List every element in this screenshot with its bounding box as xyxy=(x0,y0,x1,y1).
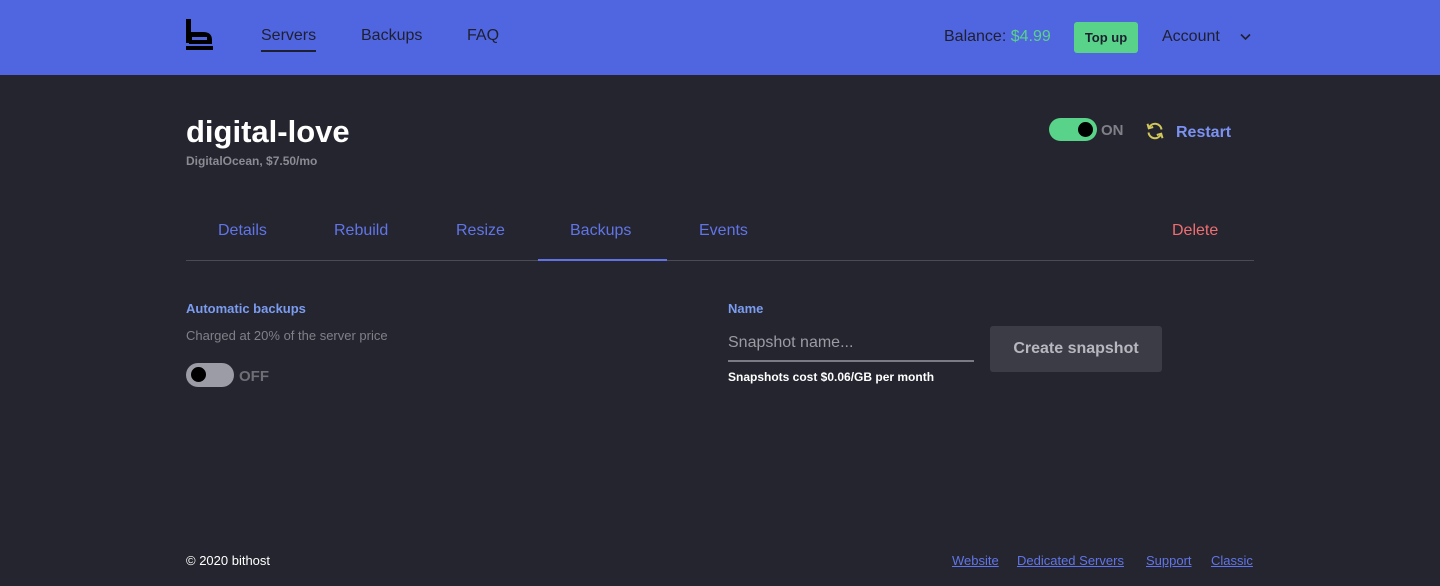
active-tab-indicator xyxy=(538,259,667,261)
tab-rebuild[interactable]: Rebuild xyxy=(334,222,388,240)
tab-backups[interactable]: Backups xyxy=(570,222,631,240)
snapshot-name-input[interactable] xyxy=(728,326,974,362)
power-state-label: ON xyxy=(1101,122,1124,139)
account-menu[interactable]: Account xyxy=(1162,28,1220,46)
nav-servers[interactable]: Servers xyxy=(261,27,317,52)
copyright: © 2020 bithost xyxy=(186,553,271,568)
balance-value: $4.99 xyxy=(1010,28,1051,45)
chevron-down-icon[interactable] xyxy=(1240,33,1251,41)
automatic-backups-state: OFF xyxy=(239,368,269,385)
tabs-divider xyxy=(186,260,1254,261)
automatic-backups-title: Automatic backups xyxy=(186,301,306,316)
tab-resize[interactable]: Resize xyxy=(456,222,505,240)
snapshot-name-label: Name xyxy=(728,301,764,316)
footer-link-classic[interactable]: Classic xyxy=(1211,553,1253,568)
snapshot-cost-note: Snapshots cost $0.06/GB per month xyxy=(728,370,935,384)
tab-details[interactable]: Details xyxy=(218,222,267,240)
nav-backups[interactable]: Backups xyxy=(361,27,422,45)
automatic-backups-description: Charged at 20% of the server price xyxy=(186,328,388,343)
create-snapshot-button[interactable]: Create snapshot xyxy=(990,326,1162,372)
bithost-logo-icon[interactable] xyxy=(186,19,213,50)
power-toggle[interactable] xyxy=(1049,118,1097,141)
refresh-icon[interactable] xyxy=(1145,121,1165,141)
toggle-knob xyxy=(1078,122,1093,137)
tab-delete[interactable]: Delete xyxy=(1172,222,1218,240)
restart-button[interactable]: Restart xyxy=(1176,124,1231,142)
server-name: digital-love xyxy=(186,114,350,149)
footer-link-dedicated-servers[interactable]: Dedicated Servers xyxy=(1017,553,1124,568)
top-navbar: Servers Backups FAQ Balance: $4.99 Top u… xyxy=(0,0,1440,75)
footer-link-support[interactable]: Support xyxy=(1146,553,1192,568)
tab-events[interactable]: Events xyxy=(699,222,748,240)
automatic-backups-toggle[interactable] xyxy=(186,363,234,387)
server-provider-price: DigitalOcean, $7.50/mo xyxy=(186,154,318,168)
toggle-knob xyxy=(191,367,206,382)
nav-faq[interactable]: FAQ xyxy=(467,27,499,45)
balance-label: Balance: xyxy=(944,28,1007,45)
balance-display: Balance: $4.99 xyxy=(944,28,1051,46)
top-up-button[interactable]: Top up xyxy=(1074,22,1138,53)
footer-link-website[interactable]: Website xyxy=(952,553,999,568)
